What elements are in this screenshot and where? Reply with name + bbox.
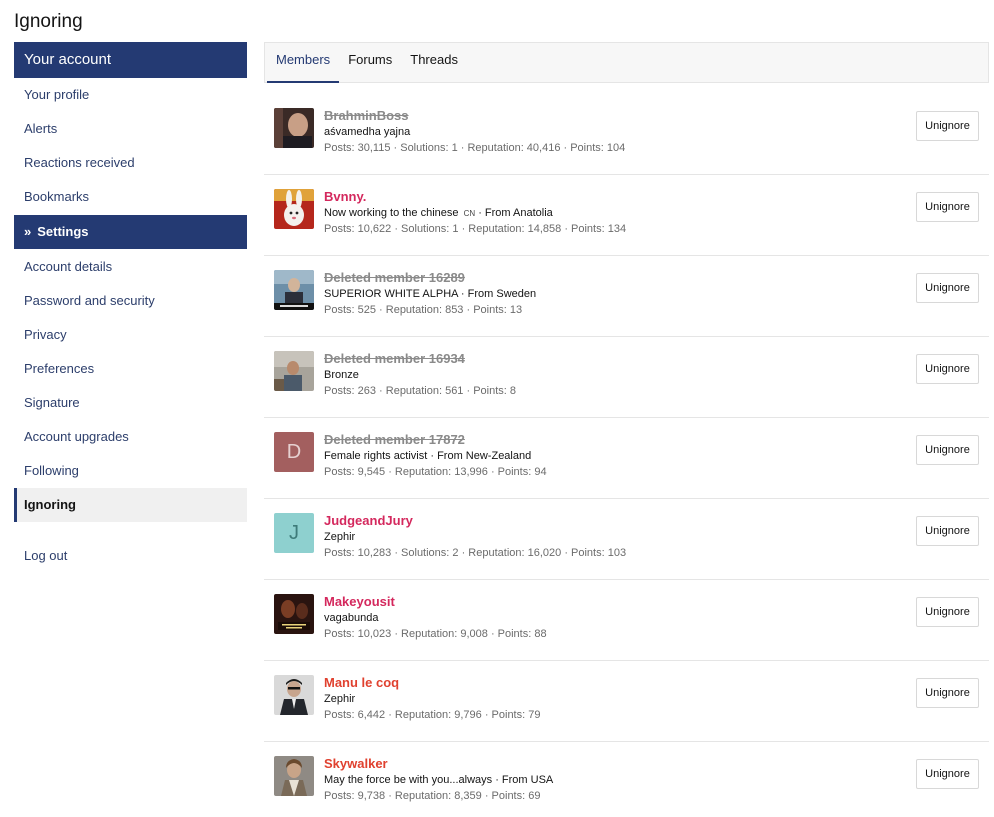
avatar[interactable]: [274, 108, 314, 148]
member-stats: Posts: 9,738 · Reputation: 8,359 · Point…: [324, 790, 541, 802]
member-stats: Posts: 9,545 · Reputation: 13,996 · Poin…: [324, 466, 547, 478]
member-name[interactable]: Deleted member 16289: [324, 270, 465, 285]
member-name[interactable]: BrahminBoss: [324, 108, 409, 123]
tab-forums[interactable]: Forums: [339, 43, 401, 83]
flag-badge: CN: [463, 209, 476, 218]
member-name[interactable]: Deleted member 16934: [324, 351, 465, 366]
member-title: Zephir: [324, 693, 356, 705]
avatar[interactable]: [274, 756, 314, 796]
list-item: J JudgeandJury Zephir Posts: 10,283 · So…: [264, 499, 989, 580]
member-title: Bronze: [324, 369, 359, 381]
member-stats: Posts: 6,442 · Reputation: 9,796 · Point…: [324, 709, 541, 721]
sidebar-item-password-security[interactable]: Password and security: [14, 284, 247, 318]
avatar-letter: J: [289, 521, 299, 544]
sidebar-item-your-profile[interactable]: Your profile: [14, 78, 247, 112]
unignore-button[interactable]: Unignore: [916, 597, 979, 627]
member-title: Now working to the chinese CN · From Ana…: [324, 207, 553, 219]
page-title: Ignoring: [14, 11, 83, 32]
member-title: aśvamedha yajna: [324, 126, 411, 138]
ignore-tabs: Members Forums Threads: [264, 42, 989, 83]
list-item: Makeyousit vagabunda Posts: 10,023 · Rep…: [264, 580, 989, 661]
unignore-button[interactable]: Unignore: [916, 759, 979, 789]
member-title: May the force be with you...always · Fro…: [324, 774, 554, 786]
member-stats: Posts: 10,622 · Solutions: 1 · Reputatio…: [324, 223, 627, 235]
sidebar-heading: Your account: [14, 42, 247, 78]
tab-threads[interactable]: Threads: [401, 43, 467, 83]
sidebar-item-bookmarks[interactable]: Bookmarks: [14, 180, 247, 214]
list-item: Manu le coq Zephir Posts: 6,442 · Reputa…: [264, 661, 989, 742]
sidebar-item-log-out[interactable]: Log out: [14, 539, 247, 573]
settings-label: Settings: [37, 224, 89, 239]
member-name[interactable]: Manu le coq: [324, 675, 399, 690]
avatar-letter: D: [286, 440, 302, 463]
member-name[interactable]: Skywalker: [324, 756, 388, 771]
avatar[interactable]: [274, 594, 314, 634]
sidebar-item-signature[interactable]: Signature: [14, 386, 247, 420]
ignored-member-list: BrahminBoss aśvamedha yajna Posts: 30,11…: [264, 94, 989, 817]
member-title: vagabunda: [324, 612, 379, 624]
sidebar-item-reactions-received[interactable]: Reactions received: [14, 146, 247, 180]
tab-members[interactable]: Members: [267, 43, 340, 83]
sidebar-item-alerts[interactable]: Alerts: [14, 112, 247, 146]
avatar[interactable]: [274, 270, 314, 310]
member-title: Female rights activist · From New-Zealan…: [324, 450, 532, 462]
account-sidebar: Your account Your profile Alerts Reactio…: [14, 42, 247, 573]
double-chevron-right-icon: »: [24, 224, 32, 239]
member-name[interactable]: Deleted member 17872: [324, 432, 465, 447]
sidebar-item-privacy[interactable]: Privacy: [14, 318, 247, 352]
list-item: Deleted member 16934 Bronze Posts: 263 ·…: [264, 337, 989, 418]
unignore-button[interactable]: Unignore: [916, 678, 979, 708]
sidebar-item-ignoring[interactable]: Ignoring: [14, 488, 247, 522]
unignore-button[interactable]: Unignore: [916, 435, 979, 465]
member-title: Zephir: [324, 531, 356, 543]
list-item: Deleted member 16289 SUPERIOR WHITE ALPH…: [264, 256, 989, 337]
list-item: D Deleted member 17872 Female rights act…: [264, 418, 989, 499]
list-item: Skywalker May the force be with you...al…: [264, 742, 989, 817]
member-stats: Posts: 525 · Reputation: 853 · Points: 1…: [324, 304, 523, 316]
member-stats: Posts: 30,115 · Solutions: 1 · Reputatio…: [324, 142, 626, 154]
avatar[interactable]: [274, 189, 314, 229]
unignore-button[interactable]: Unignore: [916, 273, 979, 303]
sidebar-item-preferences[interactable]: Preferences: [14, 352, 247, 386]
unignore-button[interactable]: Unignore: [916, 192, 979, 222]
member-stats: Posts: 263 · Reputation: 561 · Points: 8: [324, 385, 517, 397]
avatar[interactable]: [274, 675, 314, 715]
sidebar-settings-heading: » Settings: [14, 215, 247, 249]
list-item: Bvnny. Now working to the chinese CN · F…: [264, 175, 989, 256]
main-content: Members Forums Threads BrahminBoss aśvam…: [264, 42, 989, 817]
avatar[interactable]: D: [274, 432, 314, 472]
unignore-button[interactable]: Unignore: [916, 111, 979, 141]
unignore-button[interactable]: Unignore: [916, 516, 979, 546]
avatar[interactable]: J: [274, 513, 314, 553]
member-name[interactable]: Bvnny.: [324, 189, 366, 204]
member-title: SUPERIOR WHITE ALPHA · From Sweden: [324, 288, 537, 300]
avatar[interactable]: [274, 351, 314, 391]
sidebar-item-following[interactable]: Following: [14, 454, 247, 488]
sidebar-item-account-upgrades[interactable]: Account upgrades: [14, 420, 247, 454]
list-item: BrahminBoss aśvamedha yajna Posts: 30,11…: [264, 94, 989, 175]
member-name[interactable]: JudgeandJury: [324, 513, 413, 528]
member-name[interactable]: Makeyousit: [324, 594, 395, 609]
unignore-button[interactable]: Unignore: [916, 354, 979, 384]
member-stats: Posts: 10,283 · Solutions: 2 · Reputatio…: [324, 547, 627, 559]
member-stats: Posts: 10,023 · Reputation: 9,008 · Poin…: [324, 628, 547, 640]
sidebar-item-account-details[interactable]: Account details: [14, 250, 247, 284]
